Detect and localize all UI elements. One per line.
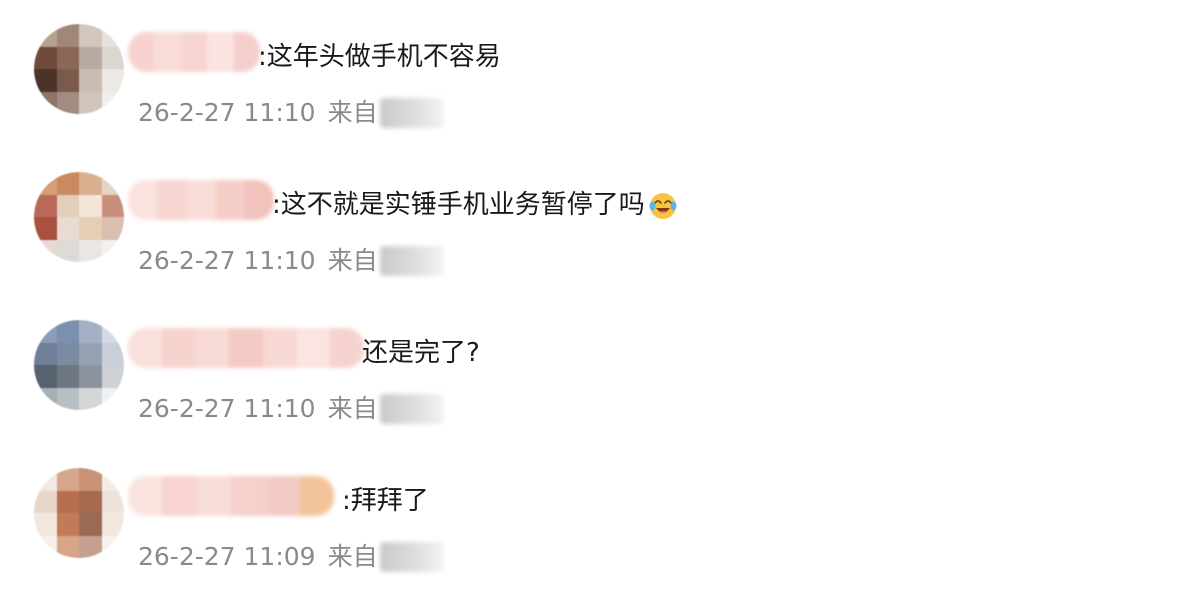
comment-source-blurred [379,246,444,276]
comment-text-label: 还是完了? [362,338,480,368]
comment-meta: 26-2-27 11:10 来自 [138,244,444,278]
avatar[interactable] [34,320,124,410]
comment-item: :拜拜了 26-2-27 11:09 来自 [0,468,1200,608]
comment-meta: 26-2-27 11:09 来自 [138,540,444,574]
comment-time: 26-2-27 11:10 [138,394,316,423]
comment-source-label: 来自 [327,394,378,423]
comment-item: 还是完了? 26-2-27 11:10 来自 [0,320,1200,460]
comment-time: 26-2-27 11:10 [138,246,316,275]
comment-source-blurred [379,394,444,424]
avatar[interactable] [34,24,124,114]
comment-text: :这不就是实锤手机业务暂停了吗 [272,188,679,222]
comment-meta: 26-2-27 11:10 来自 [138,392,444,426]
username-blurred[interactable] [128,476,334,516]
comment-text-label: :这年头做手机不容易 [258,42,501,72]
laughing-with-tears-emoji-icon [647,189,679,221]
avatar[interactable] [34,468,124,558]
avatar[interactable] [34,172,124,262]
comment-item: :这年头做手机不容易 26-2-27 11:10 来自 [0,24,1200,164]
comment-source-label: 来自 [327,542,378,571]
comment-meta: 26-2-27 11:10 来自 [138,96,444,130]
username-blurred[interactable] [128,328,364,368]
comment-source-label: 来自 [327,246,378,275]
comment-text: 还是完了? [362,336,480,370]
comment-text-label: :拜拜了 [342,486,429,516]
username-blurred[interactable] [128,180,274,220]
comment-text: :这年头做手机不容易 [258,40,501,74]
username-blurred[interactable] [128,32,260,72]
comment-text-label: :这不就是实锤手机业务暂停了吗 [272,190,645,220]
comment-time: 26-2-27 11:10 [138,98,316,127]
comment-source-blurred [379,98,444,128]
comment-time: 26-2-27 11:09 [138,542,316,571]
comment-source-blurred [379,542,444,572]
comment-item: :这不就是实锤手机业务暂停了吗 26-2-27 11:10 来自 [0,172,1200,312]
comment-source-label: 来自 [327,98,378,127]
comment-text: :拜拜了 [342,484,429,518]
